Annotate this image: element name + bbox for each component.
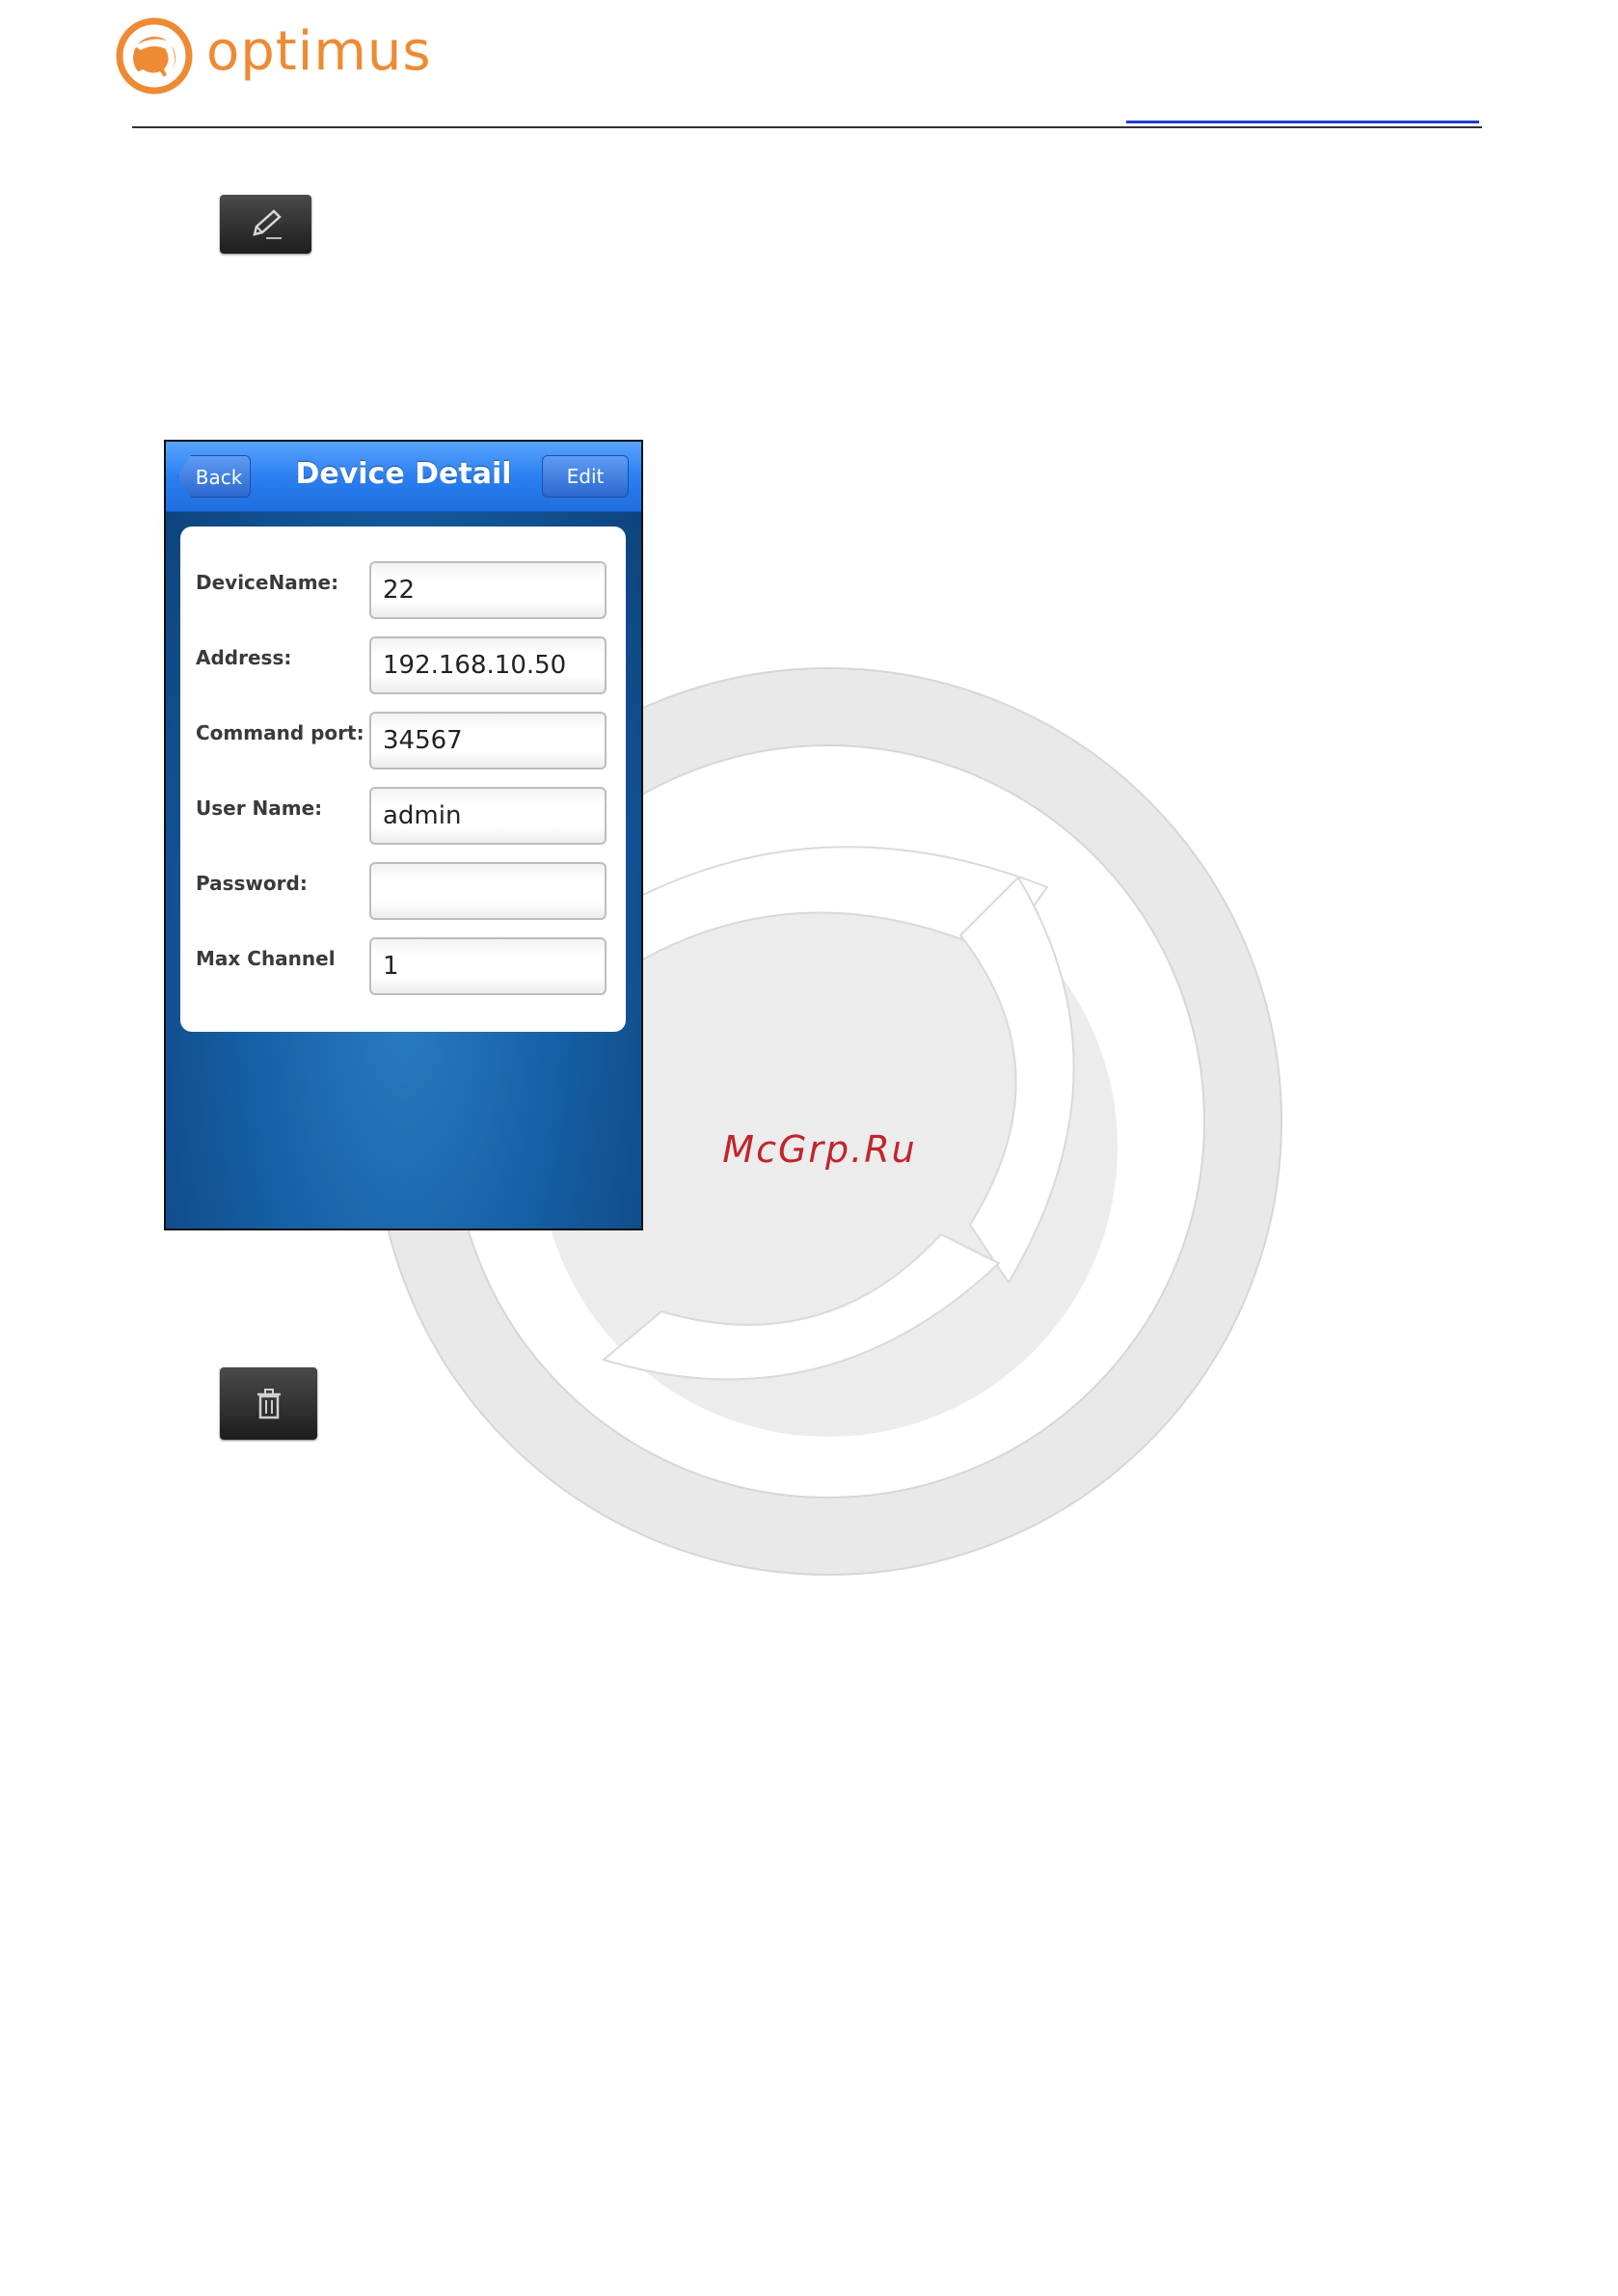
address-field[interactable]: 192.168.10.50 bbox=[369, 636, 607, 694]
brand-name: optimus bbox=[206, 20, 432, 83]
address-label: Address: bbox=[196, 646, 292, 669]
delete-button[interactable] bbox=[220, 1367, 317, 1440]
edit-button[interactable] bbox=[220, 195, 311, 254]
command-port-field[interactable]: 34567 bbox=[369, 712, 607, 770]
back-button[interactable]: Back bbox=[177, 455, 251, 498]
pencil-icon bbox=[252, 208, 282, 239]
device-name-label: DeviceName: bbox=[196, 571, 339, 594]
edit-nav-button[interactable]: Edit bbox=[542, 455, 629, 498]
command-port-label: Command port: bbox=[196, 721, 364, 744]
user-name-field[interactable]: admin bbox=[369, 787, 607, 845]
nav-bar: Device Detail Back Edit bbox=[166, 442, 641, 512]
password-label: Password: bbox=[196, 872, 308, 895]
user-name-label: User Name: bbox=[196, 797, 323, 820]
watermark-text: McGrp.Ru bbox=[722, 1128, 917, 1171]
device-form: DeviceName: 22 Address: 192.168.10.50 Co… bbox=[180, 527, 626, 1032]
trash-icon bbox=[256, 1388, 281, 1418]
device-name-field[interactable]: 22 bbox=[369, 561, 607, 619]
password-field[interactable] bbox=[369, 862, 607, 920]
max-channel-field[interactable]: 1 bbox=[369, 937, 607, 995]
max-channel-label: Max Channel bbox=[196, 947, 336, 970]
optimus-logo-mark bbox=[116, 17, 193, 95]
header-divider bbox=[132, 126, 1482, 128]
device-detail-screenshot: Device Detail Back Edit DeviceName: 22 A… bbox=[164, 440, 643, 1230]
header-link-underline bbox=[1126, 121, 1479, 123]
